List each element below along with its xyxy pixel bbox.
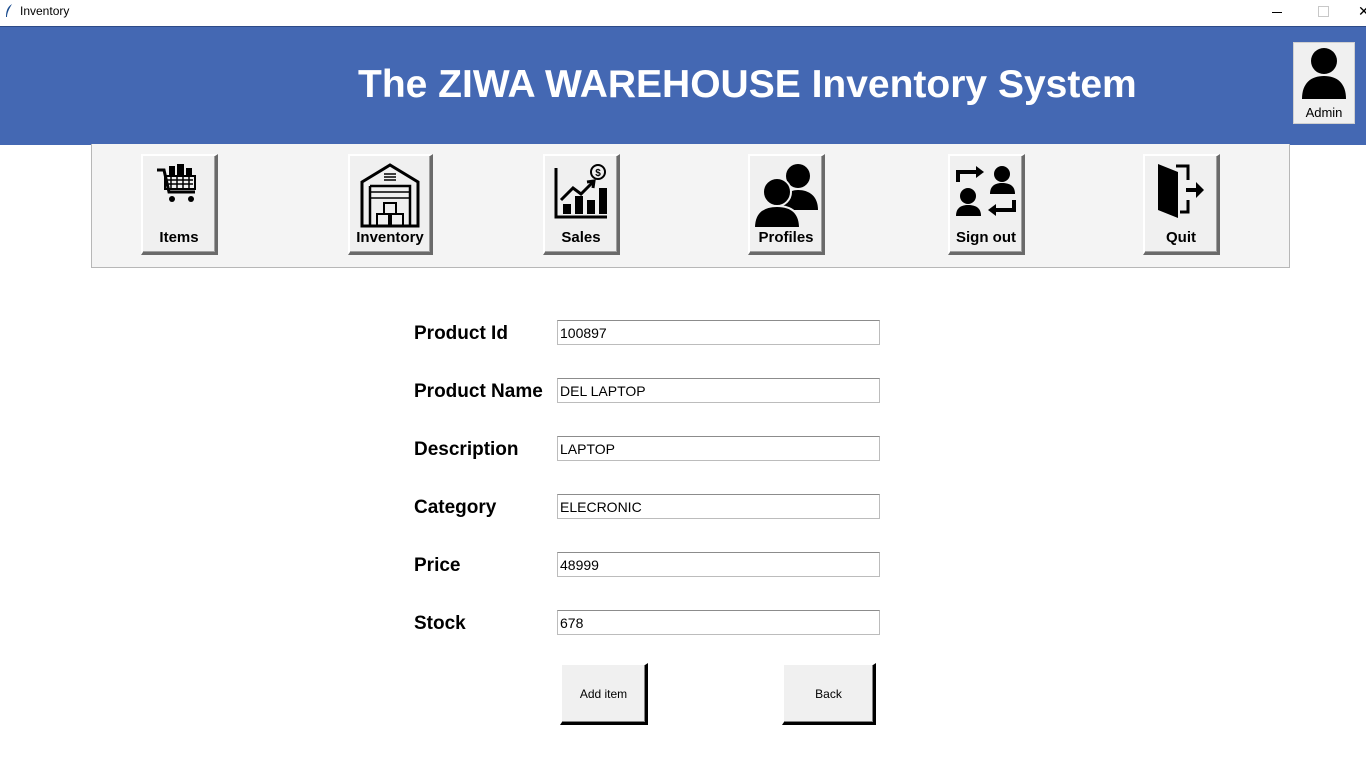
header-banner: The ZIWA WAREHOUSE Inventory System Admi… — [0, 26, 1366, 145]
avatar-label: Admin — [1305, 105, 1343, 120]
window-title-bar: Inventory ✕ — [0, 0, 1366, 24]
price-label: Price — [414, 555, 461, 576]
stock-label: Stock — [414, 613, 466, 634]
category-label: Category — [414, 497, 497, 518]
description-label: Description — [414, 439, 519, 460]
feather-icon — [6, 4, 12, 17]
back-button[interactable]: Back — [782, 663, 876, 725]
minimize-button[interactable] — [1254, 0, 1300, 22]
price-input[interactable] — [557, 552, 880, 577]
minimize-icon — [1272, 11, 1282, 13]
add-item-button[interactable]: Add item — [560, 663, 648, 725]
app-title: The ZIWA WAREHOUSE Inventory System — [358, 63, 1137, 106]
users-icon — [752, 164, 818, 228]
sign-out-button[interactable]: Sign out — [948, 154, 1025, 255]
user-avatar-icon — [1302, 48, 1346, 99]
description-input[interactable] — [557, 436, 880, 461]
window-title: Inventory — [20, 4, 70, 18]
product-name-input[interactable] — [557, 378, 880, 403]
shopping-cart-icon — [157, 164, 196, 202]
sales-label: Sales — [561, 229, 601, 246]
switch-user-icon — [956, 166, 1016, 216]
close-button[interactable]: ✕ — [1346, 0, 1366, 22]
sign-out-label: Sign out — [956, 229, 1016, 246]
sales-chart-icon: $ — [554, 164, 607, 219]
product-name-label: Product Name — [414, 381, 543, 402]
profiles-button[interactable]: Profiles — [748, 154, 825, 255]
product-id-label: Product Id — [414, 323, 508, 344]
category-input[interactable] — [557, 494, 880, 519]
close-icon: ✕ — [1358, 2, 1366, 19]
maximize-icon — [1317, 5, 1329, 17]
inventory-label: Inventory — [356, 229, 424, 246]
items-button[interactable]: Items — [141, 154, 218, 255]
product-id-input[interactable] — [557, 320, 880, 345]
quit-button[interactable]: Quit — [1143, 154, 1220, 255]
maximize-button[interactable] — [1300, 0, 1346, 22]
inventory-button[interactable]: Inventory — [348, 154, 433, 255]
main-toolbar: Items Inventory $ Sales Profiles Sign ou… — [91, 144, 1290, 268]
warehouse-icon — [360, 163, 420, 228]
exit-door-icon — [1158, 164, 1204, 218]
items-label: Items — [159, 229, 199, 246]
quit-label: Quit — [1166, 229, 1196, 246]
stock-input[interactable] — [557, 610, 880, 635]
profiles-label: Profiles — [758, 229, 814, 246]
admin-profile-button[interactable]: Admin — [1293, 42, 1355, 124]
svg-text:$: $ — [595, 168, 601, 179]
sales-button[interactable]: $ Sales — [543, 154, 620, 255]
